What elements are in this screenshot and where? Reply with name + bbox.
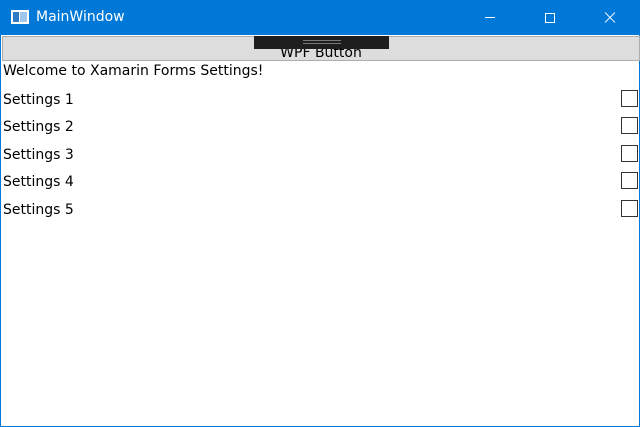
maximize-button[interactable] — [527, 0, 573, 35]
setting-4-checkbox[interactable] — [621, 172, 638, 189]
setting-label: Settings 3 — [3, 147, 74, 163]
maximize-icon — [545, 12, 555, 23]
setting-label: Settings 4 — [3, 174, 74, 190]
setting-row-4: Settings 4 — [1, 171, 640, 195]
setting-1-checkbox[interactable] — [621, 90, 638, 107]
close-icon — [604, 12, 616, 24]
setting-row-5: Settings 5 — [1, 199, 640, 223]
setting-2-checkbox[interactable] — [621, 117, 638, 134]
setting-row-2: Settings 2 — [1, 116, 640, 140]
drag-grip-handle[interactable] — [254, 36, 389, 49]
setting-label: Settings 5 — [3, 202, 74, 218]
window-app-icon — [11, 10, 29, 24]
grip-line-icon — [303, 43, 341, 44]
setting-label: Settings 2 — [3, 119, 74, 135]
setting-3-checkbox[interactable] — [621, 145, 638, 162]
setting-5-checkbox[interactable] — [621, 200, 638, 217]
window-title: MainWindow — [36, 9, 125, 25]
welcome-text: Welcome to Xamarin Forms Settings! — [3, 63, 264, 79]
minimize-button[interactable] — [467, 0, 513, 35]
main-window: MainWindow WPF Button Welcome to Xamarin… — [0, 0, 640, 427]
grip-line-icon — [303, 40, 341, 41]
setting-row-1: Settings 1 — [1, 89, 640, 113]
title-bar[interactable]: MainWindow — [1, 0, 640, 35]
setting-label: Settings 1 — [3, 92, 74, 108]
close-button[interactable] — [587, 0, 633, 35]
minimize-icon — [485, 17, 495, 18]
setting-row-3: Settings 3 — [1, 144, 640, 168]
